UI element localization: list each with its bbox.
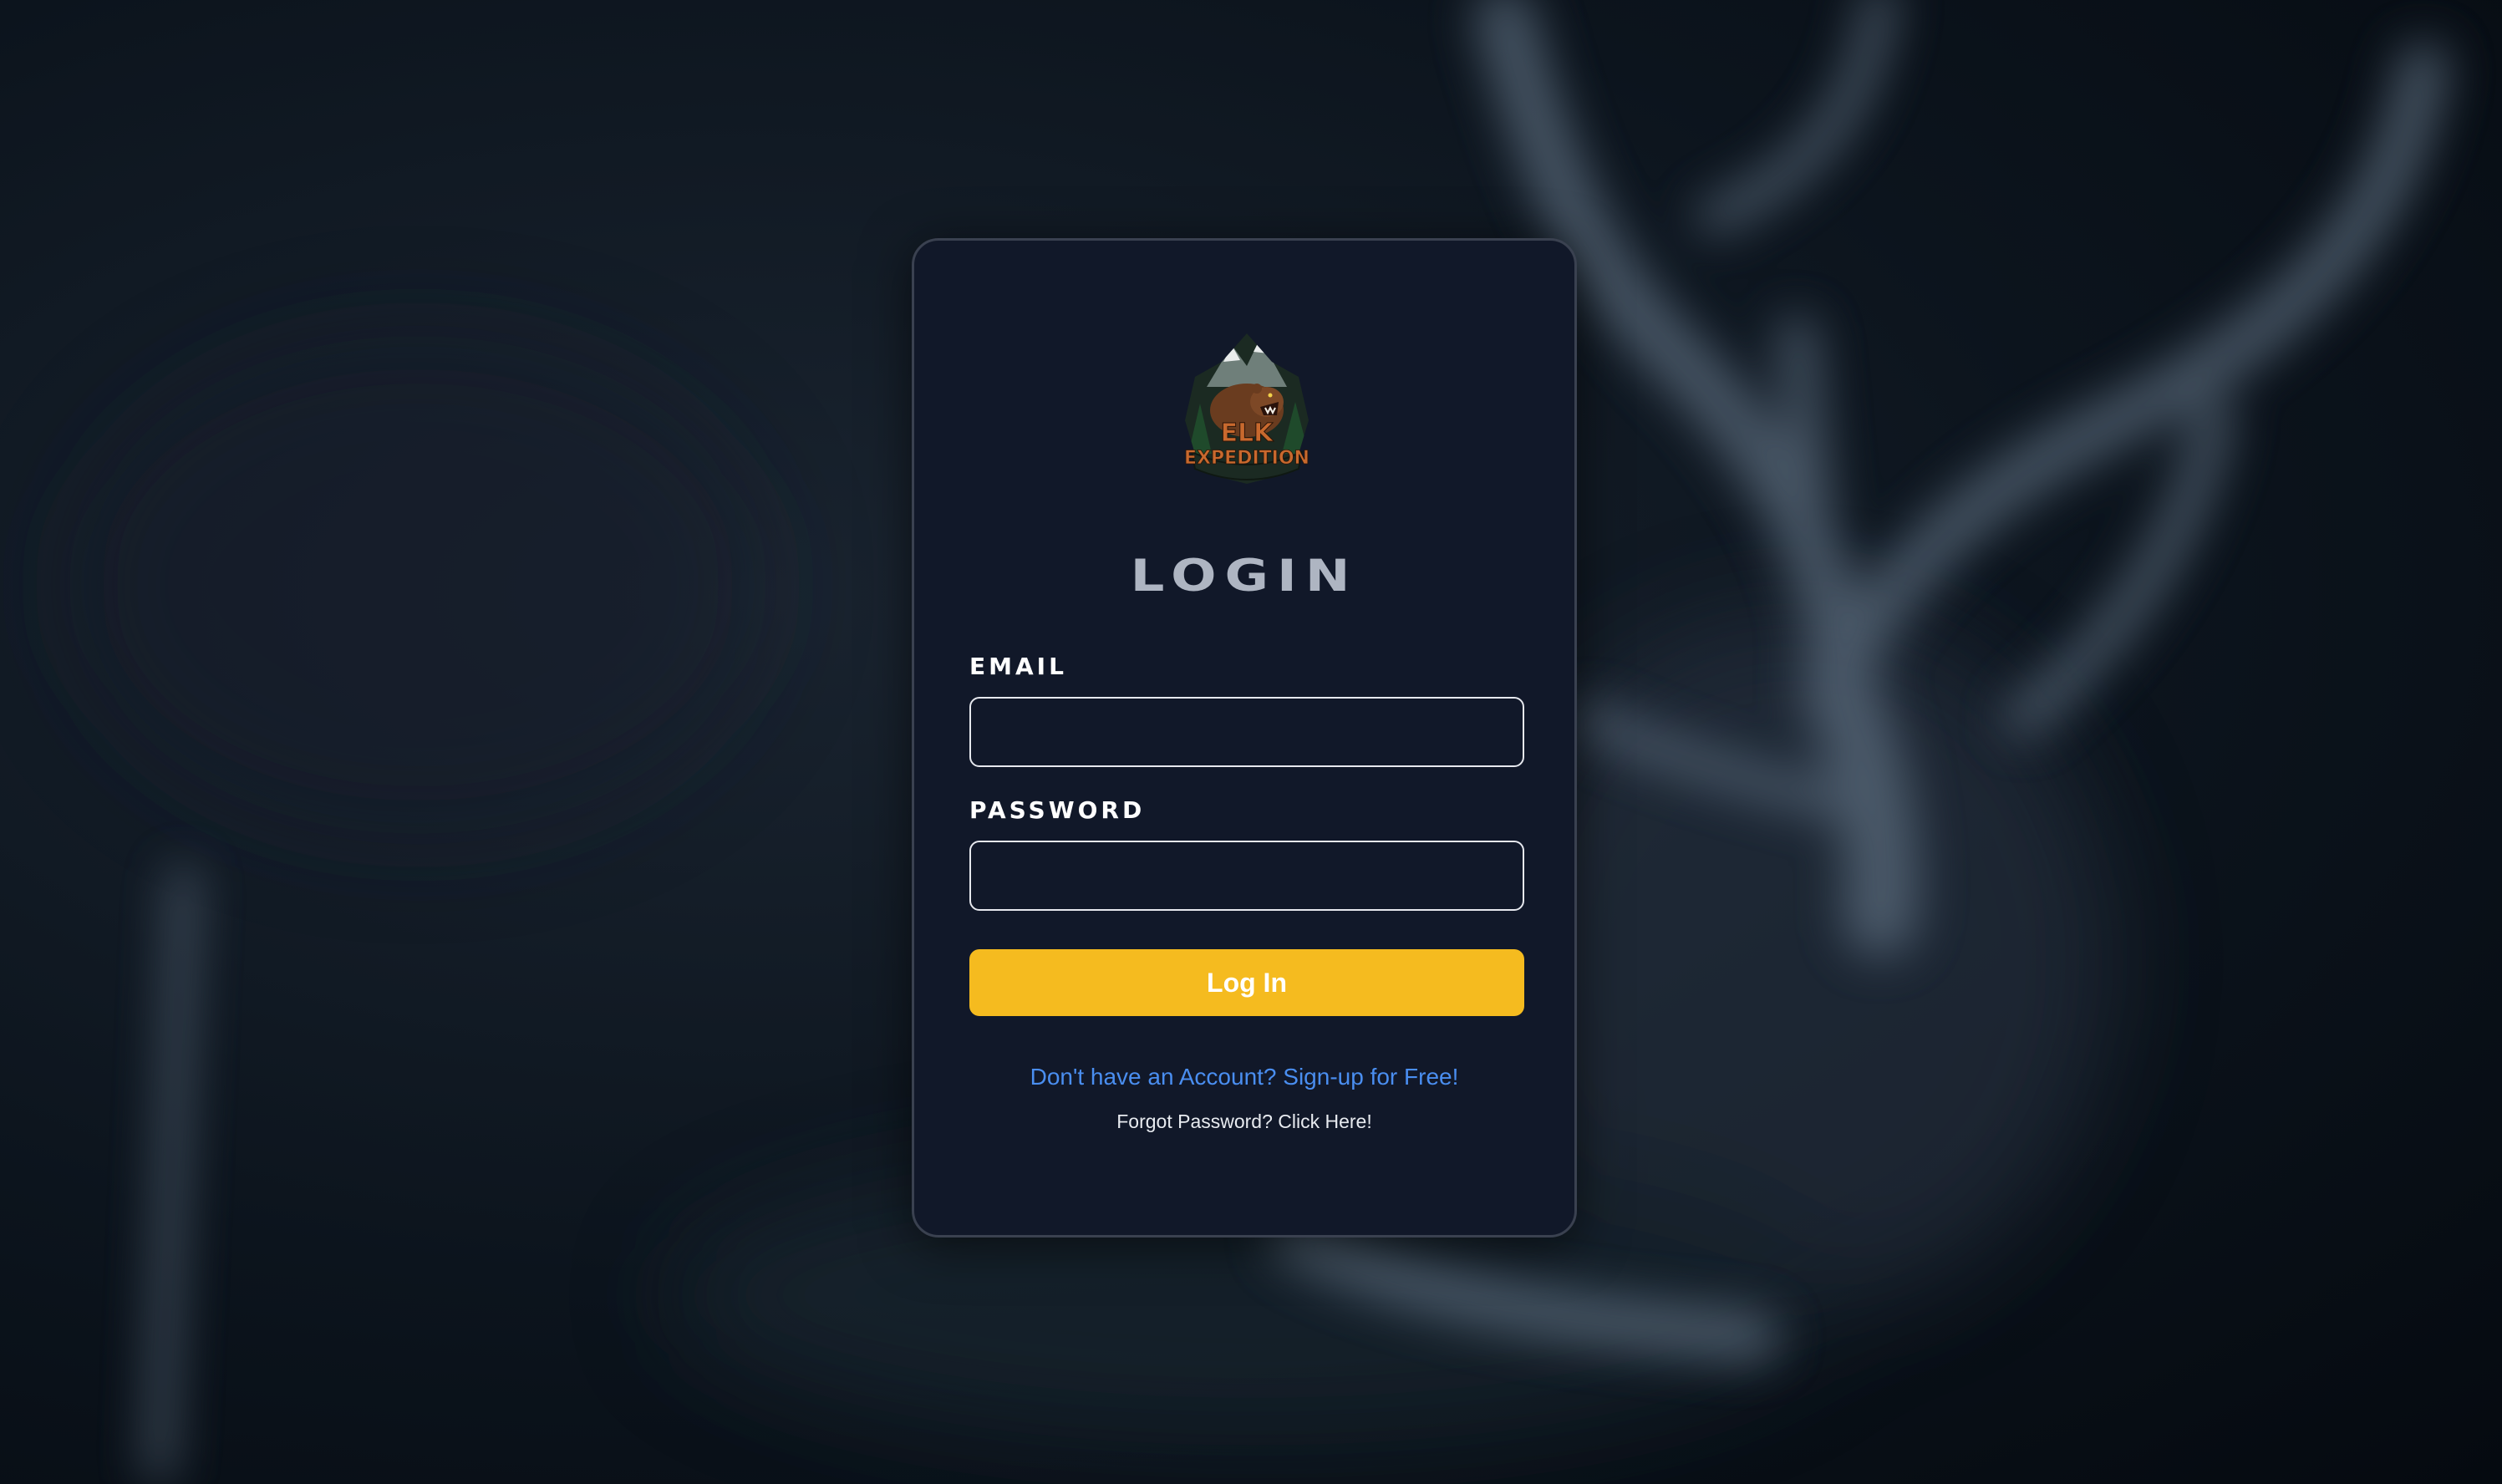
svg-text:EXPEDITION: EXPEDITION xyxy=(1184,448,1309,469)
forgot-password-link[interactable]: Forgot Password? Click Here! xyxy=(914,1110,1574,1134)
svg-text:ELK: ELK xyxy=(1221,419,1275,448)
signup-link[interactable]: Don't have an Account? Sign-up for Free! xyxy=(914,1063,1574,1091)
email-field[interactable] xyxy=(969,697,1524,767)
elk-expedition-logo: ELK EXPEDITION xyxy=(1184,333,1309,484)
login-button[interactable]: Log In xyxy=(969,949,1524,1016)
email-label: EMAIL xyxy=(969,653,1067,680)
password-label: PASSWORD xyxy=(969,796,1146,824)
page-title: LOGIN xyxy=(1130,551,1359,602)
login-card: ELK EXPEDITION LOGIN EMAIL PASSWORD Log … xyxy=(912,238,1577,1238)
password-field[interactable] xyxy=(969,841,1524,911)
